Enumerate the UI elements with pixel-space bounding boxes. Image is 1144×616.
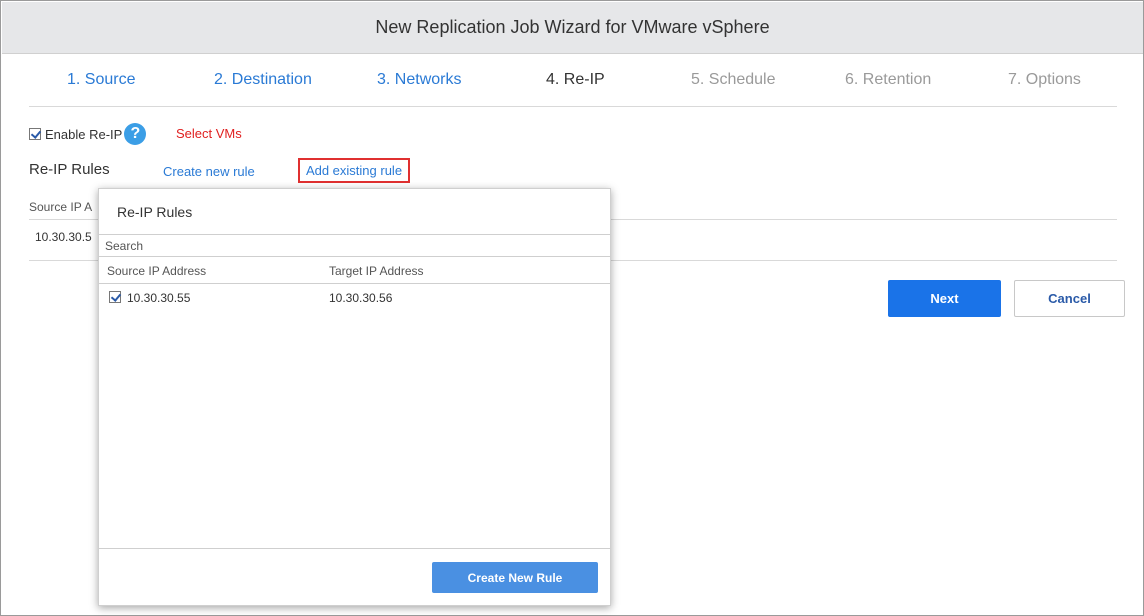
select-vms-link[interactable]: Select VMs [176, 126, 242, 141]
table-row[interactable]: 10.30.30.55 10.30.30.56 [99, 285, 610, 311]
step-source[interactable]: 1. Source [67, 71, 135, 89]
source-ip-column-header: Source IP Address [107, 264, 207, 278]
add-existing-rule-link[interactable]: Add existing rule [298, 158, 410, 183]
step-re-ip[interactable]: 4. Re-IP [546, 71, 605, 89]
re-ip-rules-dialog: Re-IP Rules Search Source IP Address Tar… [98, 188, 611, 606]
create-new-rule-button[interactable]: Create New Rule [432, 562, 598, 593]
enable-re-ip-row: Enable Re-IP ? [29, 123, 147, 145]
create-new-rule-link[interactable]: Create new rule [163, 164, 255, 179]
wizard-window: New Replication Job Wizard for VMware vS… [0, 0, 1144, 616]
re-ip-rules-label: Re-IP Rules [29, 161, 110, 178]
enable-re-ip-checkbox[interactable] [29, 128, 41, 140]
row-checkbox[interactable] [109, 291, 121, 303]
step-schedule: 5. Schedule [691, 71, 776, 88]
target-ip-column-header: Target IP Address [329, 264, 424, 278]
step-destination[interactable]: 2. Destination [214, 71, 312, 89]
search-input[interactable]: Search [99, 234, 610, 257]
window-title: New Replication Job Wizard for VMware vS… [2, 2, 1143, 54]
row-target-ip: 10.30.30.56 [329, 291, 393, 305]
step-retention: 6. Retention [845, 71, 932, 88]
rules-table-cell-source: 10.30.30.5 [35, 230, 92, 244]
step-options: 7. Options [1008, 71, 1081, 88]
row-source-ip: 10.30.30.55 [127, 291, 191, 305]
cancel-button[interactable]: Cancel [1014, 280, 1125, 317]
dialog-table-header: Source IP Address Target IP Address [99, 257, 610, 284]
next-button[interactable]: Next [888, 280, 1001, 317]
source-ip-header: Source IP A [29, 200, 93, 214]
help-icon[interactable]: ? [124, 123, 147, 145]
dialog-footer-divider [99, 548, 610, 549]
dialog-title: Re-IP Rules [117, 204, 193, 220]
step-networks[interactable]: 3. Networks [377, 71, 461, 89]
enable-re-ip-label: Enable Re-IP [45, 126, 123, 142]
wizard-steps: 1. Source 2. Destination 3. Networks 4. … [29, 61, 1117, 107]
